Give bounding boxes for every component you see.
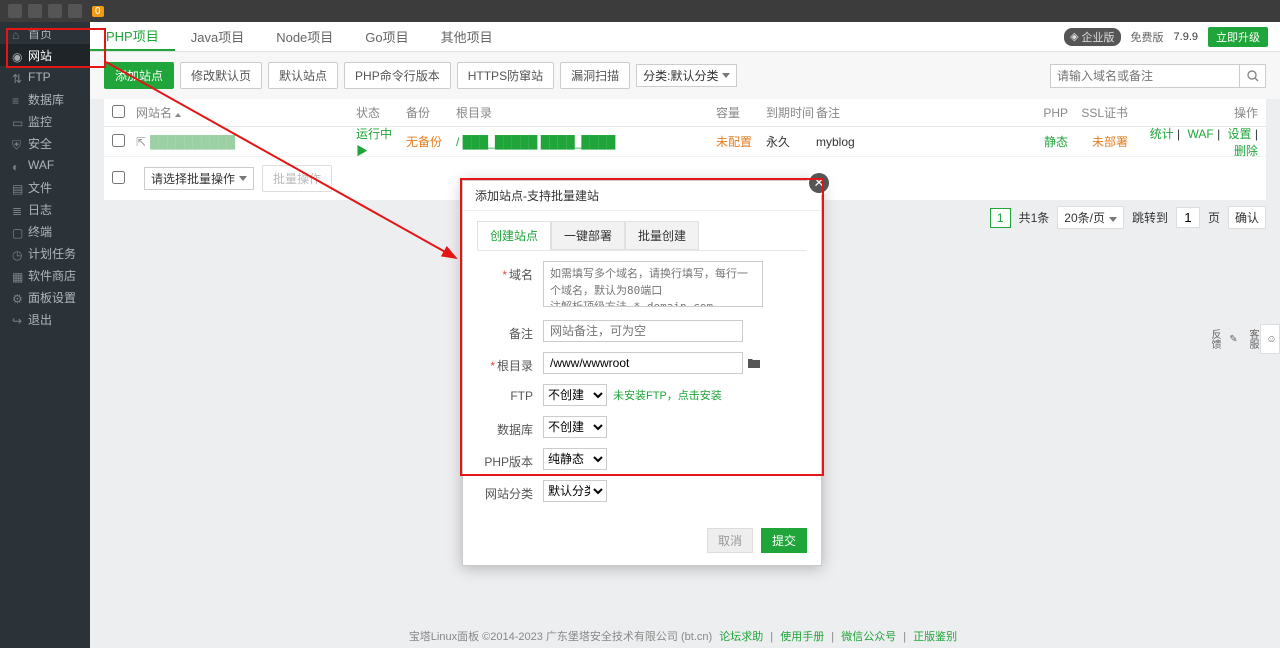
- mtab-deploy[interactable]: 一键部署: [551, 221, 625, 250]
- label-remark: 备注: [509, 327, 533, 341]
- help-icon: ☺: [1266, 334, 1277, 345]
- submit-button[interactable]: 提交: [761, 528, 807, 553]
- add-site-modal: ✕ 添加站点-支持批量建站 创建站点 一键部署 批量创建 *域名 备注 *根目录: [462, 180, 822, 566]
- modal-mask: ✕ 添加站点-支持批量建站 创建站点 一键部署 批量创建 *域名 备注 *根目录: [0, 0, 1280, 648]
- label-db: 数据库: [497, 423, 533, 437]
- root-input[interactable]: [543, 352, 743, 374]
- label-category: 网站分类: [485, 487, 533, 501]
- close-button[interactable]: ✕: [809, 173, 829, 193]
- feedback-icon: ✎: [1228, 334, 1239, 345]
- ftp-select[interactable]: 不创建: [543, 384, 607, 406]
- close-icon: ✕: [814, 175, 825, 191]
- db-select[interactable]: 不创建: [543, 416, 607, 438]
- mtab-create[interactable]: 创建站点: [477, 221, 551, 250]
- help-label: 客服: [1245, 329, 1260, 349]
- mtab-batch[interactable]: 批量创建: [625, 221, 699, 250]
- label-php: PHP版本: [484, 455, 533, 469]
- feedback-label: 反馈: [1207, 329, 1222, 349]
- label-ftp: FTP: [510, 389, 533, 403]
- modal-title: 添加站点-支持批量建站: [463, 181, 821, 211]
- ftp-hint[interactable]: 未安装FTP，点击安装: [613, 387, 722, 403]
- category-select-modal[interactable]: 默认分类: [543, 480, 607, 502]
- float-help[interactable]: ☺ 客服 ✎ 反馈: [1260, 324, 1280, 354]
- php-select[interactable]: 纯静态: [543, 448, 607, 470]
- label-domain: 域名: [509, 268, 533, 282]
- label-root: 根目录: [497, 359, 533, 373]
- domain-textarea[interactable]: [543, 261, 763, 307]
- cancel-button[interactable]: 取消: [707, 528, 753, 553]
- folder-icon[interactable]: [747, 357, 761, 369]
- remark-input[interactable]: [543, 320, 743, 342]
